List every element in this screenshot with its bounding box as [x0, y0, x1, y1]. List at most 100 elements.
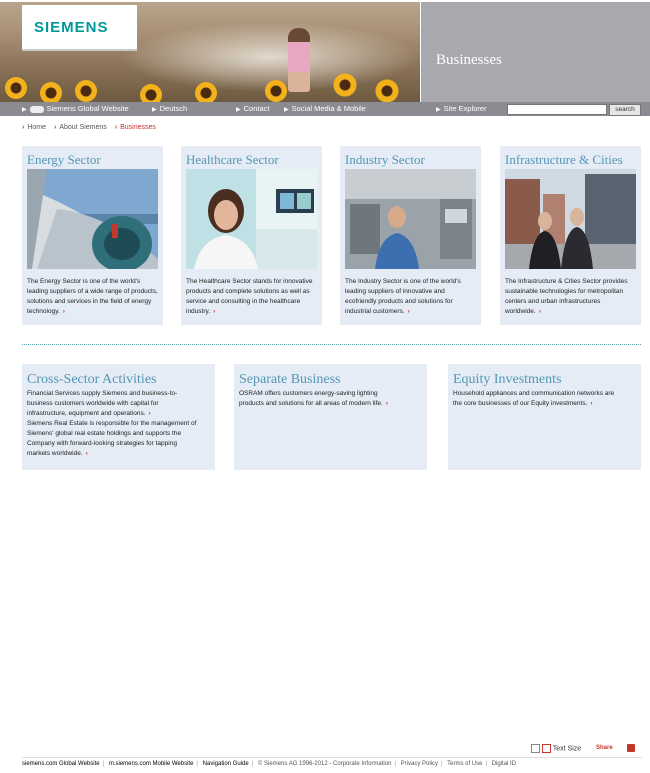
sunflower — [75, 80, 97, 102]
text-line: the core businesses of our Equity invest… — [453, 400, 588, 407]
triangle-right-icon: ▶ — [436, 107, 441, 113]
text-line: Siemens' global real estate holdings and… — [27, 430, 182, 437]
more-arrow-icon[interactable]: › — [149, 410, 151, 417]
footer-link-digital-id[interactable]: Digital ID — [492, 761, 516, 767]
cross-sector-card[interactable]: Cross-Sector Activities Financial Servic… — [22, 364, 215, 470]
separator: | — [485, 761, 488, 767]
footer-link-privacy[interactable]: Privacy Policy — [401, 761, 438, 767]
globe-icon — [29, 105, 44, 113]
more-arrow-icon[interactable]: › — [213, 308, 215, 315]
card-title[interactable]: Equity Investments — [453, 372, 562, 388]
triangle-right-icon: ▶ — [22, 107, 27, 113]
footer-link-copyright[interactable]: © Siemens AG 1996-2012 - Corporate Infor… — [258, 761, 392, 767]
wind-turbine-image[interactable] — [27, 169, 158, 269]
sector-card-healthcare[interactable]: Healthcare Sector The Healthcare Sector … — [181, 146, 322, 325]
text-size-tool[interactable]: Text Size — [531, 744, 581, 754]
card-description: Financial Services supply Siemens and bu… — [27, 389, 196, 459]
separator: | — [196, 761, 198, 767]
more-arrow-icon[interactable]: › — [539, 308, 541, 315]
card-title[interactable]: Energy Sector — [27, 152, 101, 168]
footer-divider — [22, 757, 642, 758]
hero-image: SIEMENS — [0, 2, 420, 102]
top-navigation: ▶ Siemens Global Website ▶ Deutsch ▶ Contac… — [0, 102, 650, 116]
sunflower — [370, 74, 404, 102]
print-tool[interactable] — [627, 744, 635, 754]
breadcrumb-about[interactable]: About Siemens — [59, 124, 106, 131]
healthcare-image[interactable] — [186, 169, 317, 269]
text-line: Company with forward-looking strategies … — [27, 440, 177, 447]
print-icon[interactable] — [627, 744, 635, 752]
card-title[interactable]: Cross-Sector Activities — [27, 372, 157, 388]
triangle-right-icon: ▶ — [284, 107, 289, 113]
share-tool[interactable]: Share — [596, 744, 613, 754]
chevron-right-icon: › — [53, 124, 57, 131]
separator: | — [251, 761, 254, 767]
logo-box[interactable]: SIEMENS — [22, 5, 137, 51]
sunflower — [195, 82, 217, 102]
child-figure — [288, 28, 310, 92]
text-line: markets worldwide. — [27, 450, 83, 457]
card-title[interactable]: Healthcare Sector — [186, 152, 279, 168]
nav-label: Siemens Global Website — [46, 104, 129, 113]
search-button[interactable]: search — [609, 104, 641, 116]
breadcrumb: › Home › About Siemens › Businesses — [22, 124, 156, 131]
card-title[interactable]: Separate Business — [239, 372, 340, 388]
card-title[interactable]: Infrastructure & Cities — [505, 152, 623, 168]
text-increase-icon[interactable] — [541, 744, 551, 753]
footer-link-mobile[interactable]: m.siemens.com Mobile Website — [109, 761, 194, 767]
sunflower — [265, 80, 287, 102]
breadcrumb-current: Businesses — [120, 124, 156, 131]
text-line: infrastructure, equipment and operations… — [27, 410, 146, 417]
sunflower — [140, 84, 162, 102]
more-arrow-icon[interactable]: › — [386, 400, 388, 407]
nav-deutsch[interactable]: ▶ Deutsch — [152, 104, 187, 113]
breadcrumb-home[interactable]: Home — [27, 124, 46, 131]
card-title[interactable]: Industry Sector — [345, 152, 425, 168]
text-line: products and solutions for all areas of … — [239, 400, 383, 407]
industry-image[interactable] — [345, 169, 476, 269]
card-description: Household appliances and communication n… — [453, 389, 614, 409]
card-text: The Industry Sector is one of the world'… — [345, 278, 461, 315]
nav-global-website[interactable]: ▶ Siemens Global Website — [22, 104, 129, 113]
card-description: The Healthcare Sector stands for innovat… — [186, 277, 318, 317]
sector-card-industry[interactable]: Industry Sector The Industry Sector is o… — [340, 146, 481, 325]
equity-investments-card[interactable]: Equity Investments Household appliances … — [448, 364, 641, 470]
separate-business-card[interactable]: Separate Business OSRAM offers customers… — [234, 364, 427, 470]
text-decrease-icon[interactable] — [531, 744, 540, 753]
footer-link-navigation[interactable]: Navigation Guide — [203, 761, 249, 767]
sunflower — [40, 82, 62, 102]
more-arrow-icon[interactable]: › — [86, 450, 88, 457]
nav-social-media[interactable]: ▶ Social Media & Mobile — [284, 104, 366, 113]
footer-link-global[interactable]: siemens.com Global Website — [22, 761, 100, 767]
card-text: The Energy Sector is one of the world's … — [27, 278, 158, 315]
text-line: Siemens Real Estate is responsible for t… — [27, 420, 197, 427]
nav-label: Deutsch — [159, 104, 188, 113]
sector-card-energy[interactable]: Energy Sector The Energy Sector is one o… — [22, 146, 163, 325]
text-line: Financial Services supply Siemens and bu… — [27, 390, 178, 397]
text-line: Household appliances and communication n… — [453, 390, 615, 397]
section-title-panel: Businesses — [421, 2, 650, 102]
search-input[interactable] — [507, 104, 607, 115]
nav-contact[interactable]: ▶ Contact — [236, 104, 269, 113]
sunflower — [330, 70, 360, 100]
card-description: OSRAM offers customers energy-saving lig… — [239, 389, 388, 409]
more-arrow-icon[interactable]: › — [590, 400, 592, 407]
more-arrow-icon[interactable]: › — [408, 308, 410, 315]
chevron-right-icon: › — [22, 124, 25, 131]
footer-link-terms[interactable]: Terms of Use — [447, 761, 482, 767]
separator: | — [441, 761, 443, 767]
triangle-right-icon: ▶ — [236, 107, 241, 113]
more-arrow-icon[interactable]: › — [63, 308, 65, 315]
nav-label: Site Explorer — [443, 104, 487, 113]
nav-site-explorer[interactable]: ▶ Site Explorer — [436, 104, 487, 113]
card-text: The Infrastructure & Cities Sector provi… — [505, 278, 628, 315]
infrastructure-image[interactable] — [505, 169, 636, 269]
sector-card-infrastructure[interactable]: Infrastructure & Cities The Infrastructu… — [500, 146, 641, 325]
card-text: The Healthcare Sector stands for innovat… — [186, 278, 313, 315]
card-description: The Energy Sector is one of the world's … — [27, 277, 159, 317]
siemens-logo[interactable]: SIEMENS — [34, 19, 109, 36]
site-header: SIEMENS Businesses — [0, 2, 650, 102]
card-description: The Industry Sector is one of the world'… — [345, 277, 477, 317]
separator: | — [102, 761, 105, 767]
nav-label: Contact — [243, 104, 270, 113]
